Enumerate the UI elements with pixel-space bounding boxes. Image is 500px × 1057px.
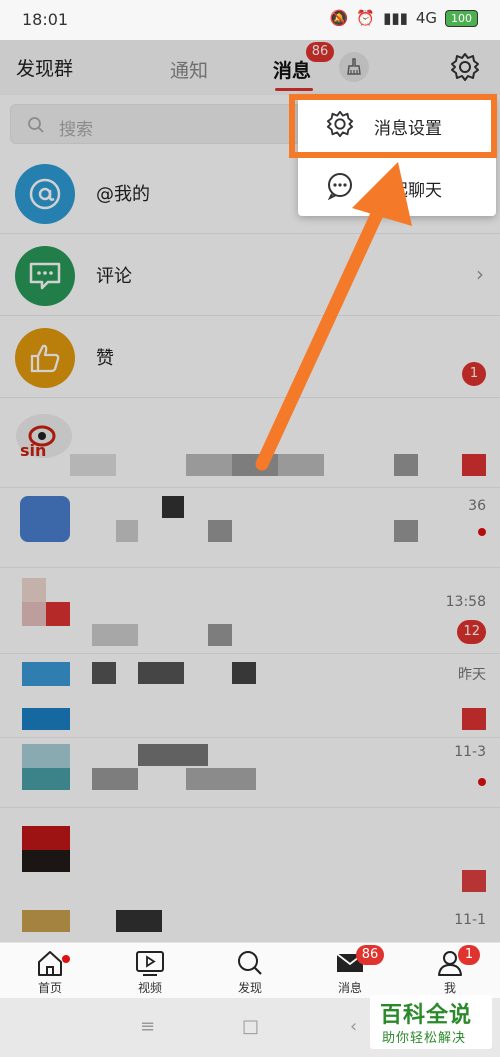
chevron-right-icon: › [476, 262, 484, 286]
nav-home[interactable]: 首页 [20, 947, 80, 996]
tab-active-indicator [275, 88, 313, 91]
nav-label: 视频 [137, 981, 162, 995]
search-icon [28, 117, 44, 133]
broom-icon [347, 58, 361, 75]
tab-messages[interactable]: 消息 [273, 56, 313, 91]
clear-unread-button[interactable] [339, 52, 369, 82]
highlight-box [289, 94, 497, 158]
nav-discover[interactable]: 发现 [220, 947, 280, 996]
nav-messages-badge: 86 [356, 945, 384, 965]
menu-icon[interactable]: ≡ [140, 1016, 155, 1037]
back-icon[interactable]: ‹ [350, 1016, 357, 1037]
gear-icon [451, 53, 479, 81]
comment-bubble-icon [29, 262, 61, 290]
conversation-time: 13:58 [445, 594, 486, 610]
weibo-logo-avatar: sin [16, 414, 72, 460]
screen: 18:01 🔕 ⏰ ▮▮▮ 4G 100 发现群 通知 消息 86 搜索 @我的… [0, 0, 500, 1057]
list-item-likes[interactable]: 赞 1 [0, 316, 500, 398]
nav-label: 发现 [237, 981, 262, 995]
bottom-nav: 首页 视频 发现 消息 86 我 1 [0, 942, 500, 998]
tab-notifications[interactable]: 通知 [170, 56, 208, 83]
nav-label: 我 [443, 981, 456, 995]
list-item[interactable]: 36 [0, 488, 500, 568]
discover-group-link[interactable]: 发现群 [16, 54, 73, 81]
status-icons: 🔕 ⏰ ▮▮▮ 4G 100 [330, 9, 478, 27]
mute-icon: 🔕 [329, 9, 349, 27]
watermark-subtitle: 助你轻松解决 [382, 1031, 467, 1046]
unread-badge: 12 [457, 620, 486, 644]
conversation-time: 昨天 [458, 667, 486, 683]
unread-dot [478, 528, 486, 536]
conversation-list: sin 36 13:58 12 昨天 11-3 11-1 [0, 404, 500, 944]
unread-dot [62, 955, 70, 963]
at-icon [15, 164, 75, 224]
nav-video[interactable]: 视频 [120, 947, 180, 996]
nav-label: 首页 [37, 981, 62, 995]
search-input[interactable]: 搜索 [10, 104, 310, 144]
status-time: 18:01 [22, 10, 69, 29]
settings-button[interactable] [448, 50, 482, 84]
list-item[interactable]: 13:58 12 [0, 568, 500, 654]
search-icon [238, 951, 262, 975]
comment-icon [15, 246, 75, 306]
home-button-icon[interactable]: □ [242, 1016, 259, 1037]
list-item-label: 赞 [96, 348, 114, 369]
watermark-title: 百科全说 [380, 1003, 473, 1028]
list-item[interactable] [0, 808, 500, 908]
status-bar: 18:01 🔕 ⏰ ▮▮▮ 4G 100 [0, 0, 500, 40]
sina-eye-logo: sin [20, 425, 56, 460]
menu-item-label: 发起聊天 [374, 181, 442, 201]
list-item-label: 评论 [96, 266, 132, 287]
list-item[interactable]: sin [0, 404, 500, 488]
battery-icon: 100 [445, 9, 478, 27]
thumb-shape-icon [30, 344, 60, 373]
nav-me[interactable]: 我 1 [420, 945, 480, 996]
likes-badge: 1 [462, 362, 486, 386]
header: 发现群 通知 消息 86 [0, 40, 500, 95]
nav-me-badge: 1 [458, 945, 480, 965]
avatar [20, 496, 70, 542]
home-icon [38, 951, 62, 976]
watermark-logo: 百科全说 助你轻松解决 [370, 995, 492, 1049]
search-placeholder: 搜索 [59, 120, 93, 140]
signal-icon: ▮▮▮ [383, 9, 408, 27]
list-item[interactable]: 昨天 [0, 654, 500, 738]
alarm-icon: ⏰ [356, 9, 376, 27]
list-item[interactable]: 11-3 [0, 738, 500, 808]
list-item-comments[interactable]: 评论 › [0, 234, 500, 316]
messages-badge: 86 [306, 42, 334, 62]
at-symbol-icon [29, 178, 61, 210]
svg-text:sin: sin [20, 441, 46, 458]
unread-dot [478, 778, 486, 786]
thumb-up-icon [15, 328, 75, 388]
video-icon [136, 951, 164, 976]
chat-bubble-icon [327, 173, 352, 200]
list-item-label: @我的 [96, 184, 150, 205]
conversation-time: 11-3 [454, 744, 486, 760]
menu-item-start-chat[interactable]: 发起聊天 [298, 158, 496, 216]
conversation-time: 11-1 [454, 912, 486, 928]
nav-messages[interactable]: 消息 86 [320, 945, 384, 996]
network-label: 4G [415, 9, 437, 27]
partial-time: 36 [468, 498, 486, 514]
tab-messages-label: 消息 [273, 60, 312, 82]
nav-label: 消息 [337, 981, 362, 995]
